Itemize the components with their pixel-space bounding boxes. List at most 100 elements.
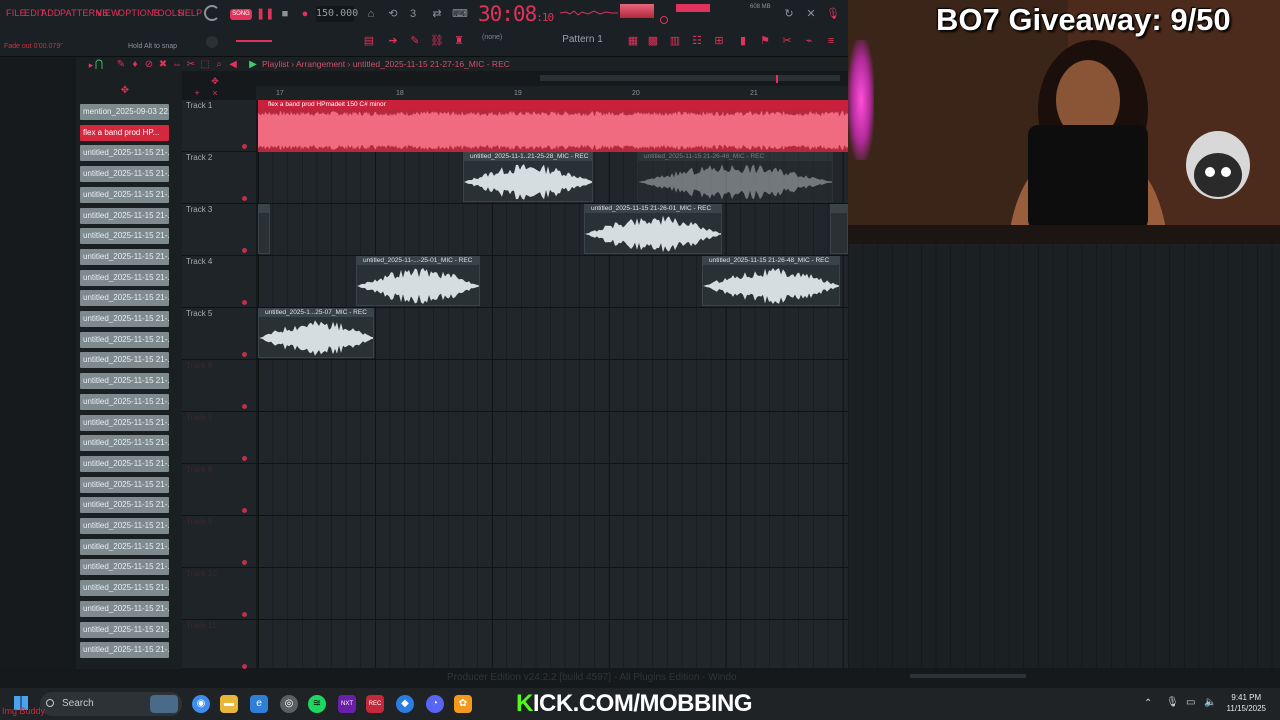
browser-clip-item[interactable]: untitled_2025-11-15 21-...: [80, 207, 169, 224]
browser-clip-item[interactable]: untitled_2025-11-15 21-...: [80, 228, 169, 245]
magnet-snap-icon[interactable]: ⋂: [92, 58, 106, 72]
track-active-dot[interactable]: [242, 404, 247, 409]
play-pattern-icon[interactable]: ➔: [386, 34, 400, 48]
browser-clip-item[interactable]: untitled_2025-11-15 21-...: [80, 600, 169, 617]
link-icon[interactable]: ⛓: [430, 34, 444, 48]
mixer-icon[interactable]: ☷: [690, 34, 704, 48]
close-icon[interactable]: ✕: [804, 7, 818, 21]
hint-slider[interactable]: [236, 40, 272, 42]
clip-track2-a[interactable]: untitled_2025-11-1..21-25-28_MIC - REC: [463, 152, 593, 202]
track-label[interactable]: Track 10: [186, 569, 217, 578]
track-label[interactable]: Track 4: [186, 257, 212, 266]
discord-icon[interactable]: ◔: [426, 695, 444, 713]
slip-tool-icon[interactable]: ⇔: [170, 58, 184, 72]
browser-clip-item[interactable]: untitled_2025-11-15 21-...: [80, 166, 169, 183]
recorder-icon[interactable]: REC: [366, 695, 384, 713]
track-label[interactable]: Track 2: [186, 153, 212, 162]
browser-clip-item[interactable]: untitled_2025-11-15 21-...: [80, 559, 169, 576]
pattern-mode-icon[interactable]: ▤: [362, 34, 376, 48]
browser-clip-item[interactable]: untitled_2025-11-15 21-...: [80, 497, 169, 514]
track-active-dot[interactable]: [242, 300, 247, 305]
chrome-icon[interactable]: ◉: [192, 695, 210, 713]
browser-clip-item[interactable]: untitled_2025-11-15 21-...: [80, 393, 169, 410]
record-icon[interactable]: ●: [298, 7, 312, 21]
beat-audio-clip[interactable]: flex a band prod HPmadeit 150 C# minor: [258, 100, 848, 152]
browser-clip-item[interactable]: untitled_2025-11-15 21-...: [80, 476, 169, 493]
obs-icon[interactable]: ◎: [280, 695, 298, 713]
microphone-tray-icon[interactable]: 🎙: [1166, 697, 1179, 708]
track-label[interactable]: Track 6: [186, 361, 212, 370]
browser-clip-item[interactable]: flex a band prod HP...: [80, 124, 169, 141]
browser-clip-item[interactable]: untitled_2025-11-15 21-...: [80, 290, 169, 307]
touch-keyboard-icon[interactable]: ✂: [780, 34, 794, 48]
blend-icon[interactable]: ⇄: [430, 7, 444, 21]
clip-track2-b[interactable]: untitled_2025-11-15 21-26-48_MIC - REC: [637, 152, 833, 202]
status-scrollbar[interactable]: [910, 674, 1026, 678]
track-active-dot[interactable]: [242, 144, 247, 149]
playlist-icon[interactable]: ▦: [626, 34, 640, 48]
clip-track3-a[interactable]: untitled_2025-11-15 21-26-01_MIC - REC: [584, 204, 722, 254]
track-label[interactable]: Track 9: [186, 517, 212, 526]
next-app-icon[interactable]: NXT: [338, 695, 356, 713]
browser-clip-item[interactable]: untitled_2025-11-15 21-...: [80, 538, 169, 555]
step-icon[interactable]: 3: [406, 7, 420, 21]
track-label[interactable]: Track 8: [186, 465, 212, 474]
clip-track3-end[interactable]: [830, 204, 848, 254]
clip-track4-b[interactable]: untitled_2025-11-15 21-26-48_MIC - REC: [702, 256, 840, 306]
widget-icon[interactable]: [150, 695, 178, 713]
browser-clip-item[interactable]: untitled_2025-11-15 21-...: [80, 580, 169, 597]
link-cables-icon[interactable]: ⌁: [802, 34, 816, 48]
playlist-scrollbar[interactable]: [540, 75, 840, 81]
snap-selector[interactable]: (none): [482, 34, 502, 41]
stamp-icon[interactable]: ♜: [452, 34, 466, 48]
song-mode-toggle[interactable]: SONG: [230, 9, 252, 20]
fl-studio-icon[interactable]: ✿: [454, 695, 472, 713]
track-label[interactable]: Track 3: [186, 205, 212, 214]
draw-tool-icon[interactable]: ✎: [114, 58, 128, 72]
pause-icon[interactable]: ❚❚: [256, 7, 274, 21]
edge-icon[interactable]: e: [250, 695, 268, 713]
metronome-icon[interactable]: ⌂: [364, 7, 378, 21]
browser-app-icon[interactable]: ◆: [396, 695, 414, 713]
playback-tool-icon[interactable]: ◀: [226, 58, 240, 72]
track-active-dot[interactable]: [242, 248, 247, 253]
browser-clip-item[interactable]: untitled_2025-11-15 21-...: [80, 311, 169, 327]
browser-clip-item[interactable]: untitled_2025-11-15 21-...: [80, 518, 169, 534]
browser-clip-item[interactable]: untitled_2025-11-15 21-...: [80, 642, 169, 659]
refresh-icon[interactable]: ↻: [782, 7, 796, 21]
mute-tool-icon[interactable]: ✖: [156, 58, 170, 72]
track-label[interactable]: Track 1: [186, 101, 212, 110]
browser-clip-item[interactable]: untitled_2025-11-15 21-...: [80, 373, 169, 390]
browser-clip-item[interactable]: untitled_2025-11-15 21-...: [80, 621, 169, 638]
browser-clip-item[interactable]: untitled_2025-11-15 21-...: [80, 414, 169, 431]
browser-clip-item[interactable]: untitled_2025-11-15 21-...: [80, 455, 169, 472]
track-label[interactable]: Track 11: [186, 621, 216, 630]
loop-record-icon[interactable]: ⟲: [386, 7, 400, 21]
track-active-dot[interactable]: [242, 352, 247, 357]
paint-tool-icon[interactable]: ♦: [128, 58, 142, 72]
browser-clip-item[interactable]: untitled_2025-11-15 21-...: [80, 352, 169, 369]
menu-add[interactable]: ADD: [41, 8, 61, 18]
menu-help[interactable]: HELP: [178, 8, 202, 18]
chevron-up-icon[interactable]: ⌃: [1144, 698, 1152, 709]
typing-keyboard-icon[interactable]: ⌨: [452, 7, 468, 21]
master-pitch-knob[interactable]: [660, 16, 668, 24]
taskbar-clock[interactable]: 9:41 PM 11/15/2025: [1227, 692, 1266, 714]
track-active-dot[interactable]: [242, 456, 247, 461]
timeline-ruler[interactable]: [256, 86, 848, 100]
tempo-display[interactable]: 150.000: [316, 6, 358, 22]
browser-clip-item[interactable]: untitled_2025-11-15 21-...: [80, 331, 169, 348]
select-tool-icon[interactable]: ⬚: [198, 58, 212, 72]
clip-track5-a[interactable]: untitled_2025-1...25-07_MIC - REC: [258, 308, 374, 358]
clip-track4-a[interactable]: untitled_2025-11-...-25-01_MIC - REC: [356, 256, 480, 306]
clip-track3-start[interactable]: [258, 204, 270, 254]
menu-view[interactable]: VIEW: [96, 8, 120, 18]
track-active-dot[interactable]: [242, 196, 247, 201]
plugin-picker-icon[interactable]: ⚑: [758, 34, 772, 48]
hint-knob-icon[interactable]: [206, 36, 218, 48]
pattern-selector[interactable]: Pattern 1: [555, 32, 610, 48]
arrow-both-icon[interactable]: ✥: [118, 84, 132, 98]
piano-roll-icon[interactable]: ▥: [668, 34, 682, 48]
zoom-tool-icon[interactable]: ⌕: [212, 58, 226, 72]
browser-clip-item[interactable]: untitled_2025-11-15 21-...: [80, 435, 169, 452]
